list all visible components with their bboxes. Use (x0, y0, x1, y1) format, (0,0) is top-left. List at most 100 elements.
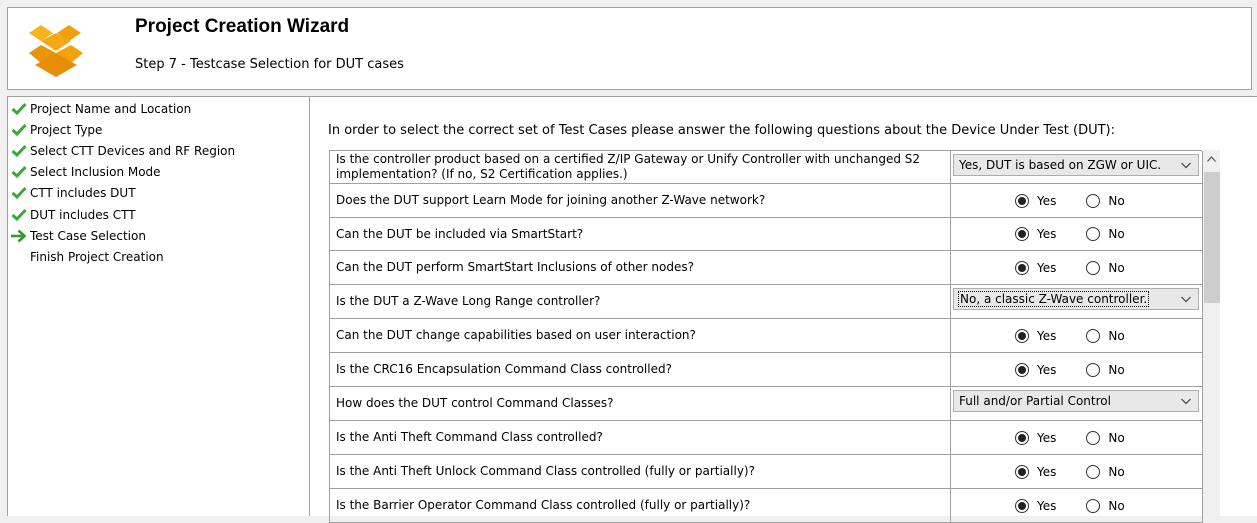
check-icon (8, 164, 30, 180)
wizard-step-item: Test Case Selection (8, 225, 146, 246)
answer-cell: Full and/or Partial Control (951, 387, 1203, 420)
no-radio[interactable]: No (1086, 464, 1125, 479)
question-row: Can the DUT be included via SmartStart? Y… (330, 218, 1203, 251)
radio-circle[interactable] (1086, 328, 1101, 343)
question-text: Is the Anti Theft Command Class controll… (330, 421, 951, 454)
wizard-step-label: Project Name and Location (30, 101, 192, 116)
yes-no-radio-group: Yes No (1015, 319, 1125, 352)
yes-radio[interactable]: Yes (1015, 260, 1056, 275)
no-radio-label: No (1108, 464, 1125, 479)
wizard-step-item: DUT includes CTT (8, 204, 136, 225)
scroll-up-arrow-icon[interactable] (1203, 150, 1220, 167)
wizard-step-label: Select CTT Devices and RF Region (30, 143, 236, 158)
wizard-step-item: CTT includes DUT (8, 182, 136, 203)
yes-radio[interactable]: Yes (1015, 362, 1057, 377)
yes-radio[interactable]: Yes (1015, 193, 1056, 208)
chevron-down-icon (1181, 398, 1191, 405)
wizard-step-item: Project Type (8, 119, 102, 140)
answer-cell: Yes No (951, 421, 1203, 454)
question-row: Can the DUT change capabilities based on… (330, 319, 1203, 353)
question-text: Does the DUT support Learn Mode for join… (330, 184, 951, 217)
stacked-boxes-icon (29, 25, 83, 77)
radio-circle[interactable] (1086, 430, 1101, 445)
no-radio[interactable]: No (1086, 430, 1125, 445)
no-radio[interactable]: No (1086, 498, 1125, 513)
question-row: Is the CRC16 Encapsulation Command Class… (330, 353, 1203, 387)
wizard-steps-nav: Project Name and Location Project Type Sel… (7, 96, 310, 516)
radio-circle[interactable] (1086, 227, 1101, 241)
yes-radio-label: Yes (1037, 498, 1057, 513)
radio-circle[interactable] (1086, 260, 1101, 275)
yes-radio[interactable]: Yes (1015, 430, 1057, 445)
answer-cell: Yes No (951, 489, 1203, 522)
radio-circle[interactable] (1015, 328, 1029, 343)
check-icon (8, 122, 30, 138)
answer-dropdown[interactable]: Full and/or Partial Control (953, 390, 1199, 412)
question-text: Is the Anti Theft Unlock Command Class c… (330, 455, 951, 488)
yes-no-radio-group: Yes No (1015, 353, 1125, 386)
answer-cell: Yes No (951, 455, 1203, 488)
question-text: Can the DUT change capabilities based on… (330, 319, 951, 352)
no-radio[interactable]: No (1086, 193, 1125, 208)
chevron-down-icon (1181, 162, 1191, 169)
check-icon (8, 101, 30, 117)
answer-cell: Yes, DUT is based on ZGW or UIC. (951, 151, 1203, 183)
radio-circle[interactable] (1086, 498, 1101, 513)
yes-radio-label: Yes (1037, 464, 1057, 479)
answer-cell: No, a classic Z-Wave controller. (951, 285, 1203, 318)
yes-radio[interactable]: Yes (1015, 464, 1057, 479)
questions-grid: Is the controller product based on a cer… (329, 150, 1203, 523)
wizard-step-subtitle: Step 7 - Testcase Selection for DUT case… (135, 57, 404, 72)
yes-no-radio-group: Yes No (1015, 251, 1125, 284)
no-radio-label: No (1108, 430, 1125, 445)
yes-radio[interactable]: Yes (1015, 498, 1057, 513)
wizard-step-item: Select CTT Devices and RF Region (8, 140, 235, 161)
answer-dropdown[interactable]: Yes, DUT is based on ZGW or UIC. (953, 154, 1199, 176)
question-row: Is the Anti Theft Unlock Command Class c… (330, 455, 1203, 489)
yes-radio-label: Yes (1037, 430, 1057, 445)
answer-cell: Yes No (951, 353, 1203, 386)
no-radio-label: No (1108, 362, 1125, 377)
answer-cell: Yes No (951, 319, 1203, 352)
no-radio[interactable]: No (1086, 260, 1125, 275)
question-row: Is the Anti Theft Command Class controll… (330, 421, 1203, 455)
question-text: Can the DUT perform SmartStart Inclusion… (330, 251, 951, 284)
scrollbar-thumb[interactable] (1204, 172, 1220, 303)
wizard-step-label: Test Case Selection (30, 228, 146, 243)
radio-circle[interactable] (1015, 430, 1029, 445)
no-radio-label: No (1108, 328, 1125, 343)
wizard-step-item: Finish Project Creation (8, 246, 164, 267)
no-radio[interactable]: No (1086, 328, 1125, 343)
radio-circle[interactable] (1015, 227, 1029, 241)
question-text: Is the controller product based on a cer… (330, 151, 951, 183)
yes-radio-label: Yes (1037, 362, 1057, 377)
radio-circle[interactable] (1015, 193, 1029, 208)
wizard-step-label: DUT includes CTT (30, 207, 136, 222)
no-radio[interactable]: No (1086, 227, 1125, 241)
answer-cell: Yes No (951, 184, 1203, 217)
wizard-window: Project Creation Wizard Step 7 - Testcas… (0, 0, 1257, 523)
radio-circle[interactable] (1015, 260, 1029, 275)
yes-radio[interactable]: Yes (1015, 328, 1056, 343)
answer-cell: Yes No (951, 218, 1203, 250)
question-text: How does the DUT control Command Classes… (330, 387, 951, 420)
no-radio[interactable]: No (1086, 362, 1125, 377)
vertical-scrollbar[interactable] (1203, 150, 1220, 517)
yes-no-radio-group: Yes No (1015, 455, 1125, 488)
answer-dropdown[interactable]: No, a classic Z-Wave controller. (953, 288, 1199, 310)
question-row: Is the Barrier Operator Command Class co… (330, 489, 1203, 523)
yes-no-radio-group: Yes No (1015, 218, 1125, 250)
yes-radio[interactable]: Yes (1015, 227, 1056, 241)
check-icon (8, 207, 30, 223)
radio-circle[interactable] (1015, 464, 1029, 479)
radio-circle[interactable] (1086, 362, 1101, 377)
radio-circle[interactable] (1015, 362, 1029, 377)
yes-no-radio-group: Yes No (1015, 421, 1125, 454)
radio-circle[interactable] (1086, 193, 1101, 208)
question-text: Is the Barrier Operator Command Class co… (330, 489, 951, 522)
question-row: Is the DUT a Z-Wave Long Range controlle… (330, 285, 1203, 319)
question-text: Is the CRC16 Encapsulation Command Class… (330, 353, 951, 386)
radio-circle[interactable] (1086, 464, 1101, 479)
radio-circle[interactable] (1015, 498, 1029, 513)
test-case-selection-panel: In order to select the correct set of Te… (310, 96, 1257, 523)
